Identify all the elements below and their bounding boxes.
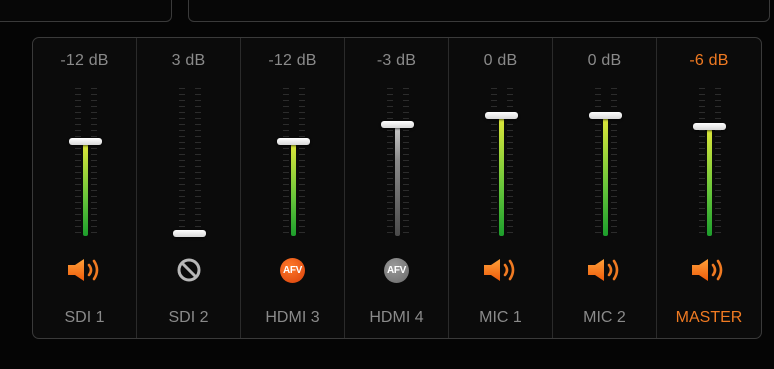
channel-name: SDI 1	[64, 309, 105, 326]
fader-handle[interactable]	[173, 230, 206, 238]
channel-name: MIC 2	[583, 309, 626, 326]
prohibited-icon	[177, 258, 200, 282]
top-right-panel	[188, 0, 770, 22]
speaker-icon	[692, 259, 723, 281]
fader-track[interactable]	[657, 88, 761, 236]
audio-mixer-panel: -12 dB SDI 1 3 dB SDI 2 -12 dB AFV HDMI …	[32, 37, 762, 339]
channel-level-label: 3 dB	[171, 52, 206, 69]
fader-handle[interactable]	[381, 120, 414, 128]
fader-track[interactable]	[345, 88, 448, 236]
disabled-button[interactable]	[137, 255, 240, 285]
channel-sdi-2: 3 dB SDI 2	[137, 38, 241, 338]
fader-handle[interactable]	[485, 111, 518, 119]
fader-scale	[179, 88, 201, 236]
fader-handle[interactable]	[589, 111, 622, 119]
level-meter-fill	[83, 144, 88, 236]
fader-track[interactable]	[553, 88, 656, 236]
level-meter-fill	[395, 126, 400, 236]
channel-mic-2: 0 dB MIC 2	[553, 38, 657, 338]
channel-level-label: -12 dB	[60, 52, 109, 69]
level-meter-fill	[707, 129, 712, 236]
afv-button[interactable]: AFV	[241, 255, 344, 285]
speaker-icon	[587, 259, 618, 281]
speaker-button[interactable]	[33, 255, 136, 285]
afv-button[interactable]: AFV	[345, 255, 448, 285]
channel-name: MIC 1	[479, 309, 522, 326]
channel-sdi-1: -12 dB SDI 1	[33, 38, 137, 338]
audio-mixer-screen: { "colors": { "accent": "#f07a22", "labe…	[0, 0, 774, 369]
fader-track[interactable]	[137, 88, 240, 238]
afv-icon: AFV	[384, 257, 409, 283]
speaker-button[interactable]	[553, 255, 656, 285]
channel-name: HDMI 3	[265, 309, 320, 326]
fader-track[interactable]	[241, 88, 344, 236]
channel-master: -6 dB MASTER	[657, 38, 761, 338]
channel-level-label: -12 dB	[268, 52, 317, 69]
level-meter-fill	[499, 117, 504, 236]
speaker-button[interactable]	[657, 255, 761, 285]
afv-icon: AFV	[280, 257, 305, 283]
top-left-panel	[0, 0, 172, 22]
level-meter-fill	[291, 144, 296, 236]
speaker-icon	[67, 259, 98, 281]
channel-level-label: 0 dB	[587, 52, 622, 69]
channel-mic-1: 0 dB MIC 1	[449, 38, 553, 338]
channel-hdmi-4: -3 dB AFV HDMI 4	[345, 38, 449, 338]
speaker-button[interactable]	[449, 255, 552, 285]
fader-track[interactable]	[449, 88, 552, 236]
channel-level-label: 0 dB	[483, 52, 518, 69]
channel-name: HDMI 4	[369, 309, 424, 326]
channel-name: SDI 2	[168, 309, 209, 326]
fader-track[interactable]	[33, 88, 136, 236]
speaker-icon	[483, 259, 514, 281]
channel-hdmi-3: -12 dB AFV HDMI 3	[241, 38, 345, 338]
channel-level-label: -6 dB	[689, 52, 729, 69]
channel-name: MASTER	[675, 309, 743, 326]
channel-level-label: -3 dB	[376, 52, 417, 69]
level-meter-fill	[603, 117, 608, 236]
fader-handle[interactable]	[277, 138, 310, 146]
fader-handle[interactable]	[69, 138, 102, 146]
fader-handle[interactable]	[693, 123, 726, 131]
